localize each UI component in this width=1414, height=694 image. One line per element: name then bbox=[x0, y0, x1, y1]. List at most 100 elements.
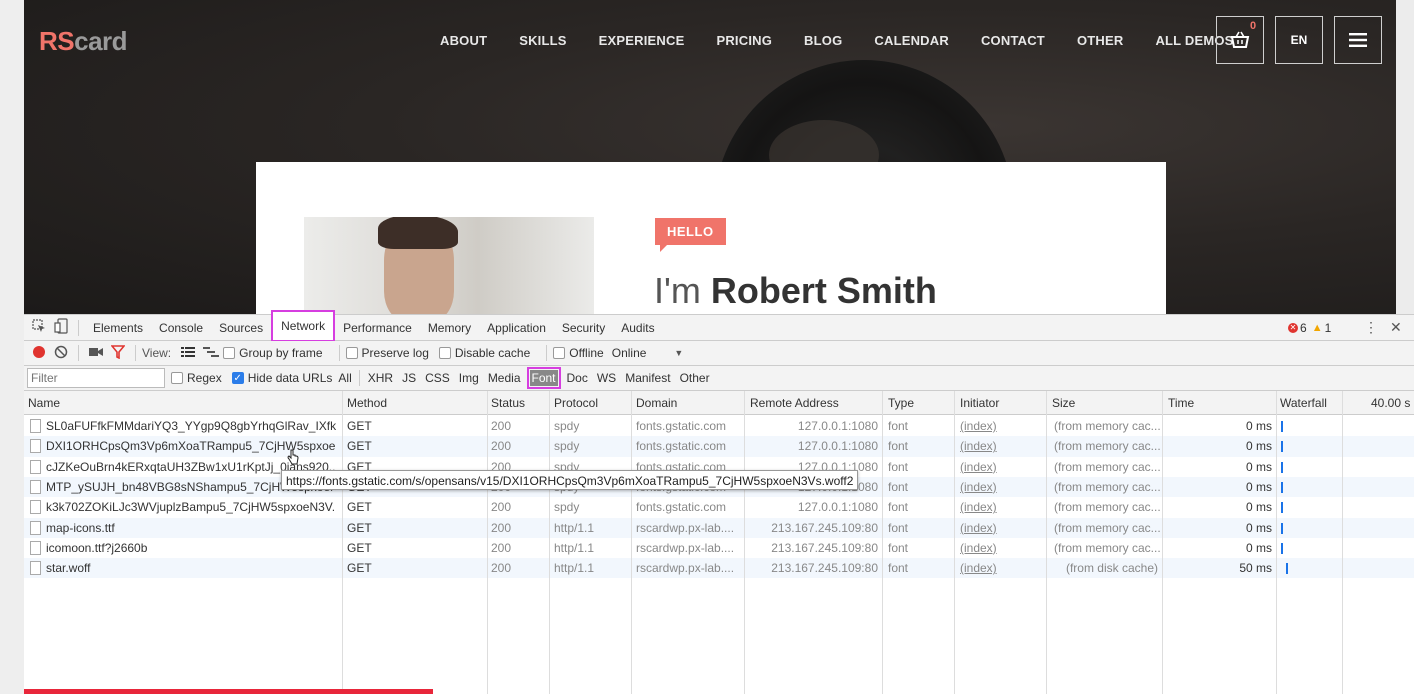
console-counts[interactable]: ✕ 6 ▲ 1 bbox=[1288, 321, 1331, 335]
tab-network[interactable]: Network bbox=[271, 310, 336, 342]
menu-button[interactable] bbox=[1334, 16, 1382, 64]
request-remote-address: 213.167.245.109:80 bbox=[771, 561, 878, 576]
chevron-down-icon: ▼ bbox=[674, 348, 684, 358]
filter-type-xhr[interactable]: XHR bbox=[368, 371, 393, 385]
filter-type-media[interactable]: Media bbox=[488, 371, 521, 385]
devtools-panel: Elements Console Sources Network Perform… bbox=[24, 310, 1414, 694]
column-header-protocol[interactable]: Protocol bbox=[554, 396, 598, 410]
nav-about[interactable]: ABOUT bbox=[424, 33, 503, 48]
filter-type-img[interactable]: Img bbox=[459, 371, 479, 385]
tab-memory[interactable]: Memory bbox=[420, 315, 479, 341]
column-header-time[interactable]: Time bbox=[1168, 396, 1194, 410]
column-header-size[interactable]: Size bbox=[1052, 396, 1075, 410]
tab-sources[interactable]: Sources bbox=[211, 315, 271, 341]
table-row[interactable]: k3k702ZOKiLJc3WVjuplzBampu5_7CjHW5spxoeN… bbox=[24, 497, 1414, 517]
column-header-initiator[interactable]: Initiator bbox=[960, 396, 999, 410]
column-header-type[interactable]: Type bbox=[888, 396, 914, 410]
disable-cache-checkbox[interactable] bbox=[438, 347, 451, 359]
tab-console[interactable]: Console bbox=[151, 315, 211, 341]
request-initiator[interactable]: (index) bbox=[960, 561, 1040, 575]
inspect-element-icon[interactable] bbox=[32, 319, 46, 336]
group-by-frame-checkbox[interactable] bbox=[223, 347, 236, 359]
toolbar-separator bbox=[135, 345, 136, 361]
tab-audits[interactable]: Audits bbox=[613, 315, 662, 341]
table-row[interactable]: SL0aFUFfkFMMdariYQ3_YYgp9Q8gbYrhqGlRav_I… bbox=[24, 416, 1414, 436]
table-row[interactable]: DXI1ORHCpsQm3Vp6mXoaTRampu5_7CjHW5spxoe.… bbox=[24, 436, 1414, 457]
request-remote-address: 127.0.0.1:1080 bbox=[797, 439, 878, 454]
column-header-domain[interactable]: Domain bbox=[636, 396, 677, 410]
column-header-method[interactable]: Method bbox=[347, 396, 387, 410]
request-remote-address: 213.167.245.109:80 bbox=[771, 540, 878, 555]
close-icon[interactable]: ✕ bbox=[1390, 319, 1402, 336]
nav-experience[interactable]: EXPERIENCE bbox=[583, 33, 701, 48]
device-toolbar-icon[interactable] bbox=[54, 318, 68, 337]
tab-application[interactable]: Application bbox=[479, 315, 554, 341]
screen: RScard ABOUT SKILLS EXPERIENCE PRICING B… bbox=[0, 0, 1414, 694]
request-method: GET bbox=[347, 500, 372, 515]
column-header-waterfall[interactable]: Waterfall bbox=[1280, 396, 1327, 410]
network-request-table: Name Method Status Protocol Domain Remot… bbox=[24, 391, 1414, 694]
record-icon[interactable] bbox=[32, 345, 46, 362]
nav-other[interactable]: OTHER bbox=[1061, 33, 1140, 48]
site-logo[interactable]: RScard bbox=[39, 26, 128, 57]
filter-type-all[interactable]: All bbox=[338, 371, 351, 385]
regex-checkbox[interactable] bbox=[171, 372, 183, 384]
request-initiator[interactable]: (index) bbox=[960, 439, 1040, 453]
filter-type-doc[interactable]: Doc bbox=[567, 371, 588, 385]
filter-type-js[interactable]: JS bbox=[402, 371, 416, 385]
file-icon bbox=[30, 419, 41, 433]
filter-type-font[interactable]: Font bbox=[526, 367, 561, 389]
filter-type-manifest[interactable]: Manifest bbox=[625, 371, 670, 385]
tab-performance[interactable]: Performance bbox=[335, 315, 420, 341]
filter-icon[interactable] bbox=[110, 344, 126, 362]
more-menu-icon[interactable]: ⋮ bbox=[1364, 319, 1378, 336]
cart-button[interactable] bbox=[1216, 16, 1264, 64]
throttling-select[interactable]: Online ▼ bbox=[612, 346, 684, 360]
request-size: (from memory cac... bbox=[1054, 439, 1160, 454]
request-type: font bbox=[888, 500, 909, 515]
column-header-remote-address[interactable]: Remote Address bbox=[750, 396, 839, 410]
request-initiator[interactable]: (index) bbox=[960, 460, 1040, 474]
overview-icon[interactable] bbox=[203, 346, 220, 361]
request-type: font bbox=[888, 520, 909, 535]
offline-checkbox[interactable] bbox=[553, 347, 566, 359]
request-initiator[interactable]: (index) bbox=[960, 521, 1040, 535]
filter-type-other[interactable]: Other bbox=[680, 371, 710, 385]
nav-calendar[interactable]: CALENDAR bbox=[858, 33, 965, 48]
preserve-log-checkbox[interactable] bbox=[345, 347, 358, 359]
request-size: (from memory cac... bbox=[1054, 520, 1160, 535]
request-initiator[interactable]: (index) bbox=[960, 541, 1040, 555]
url-tooltip: https://fonts.gstatic.com/s/opensans/v15… bbox=[281, 470, 859, 490]
request-time: 0 ms bbox=[1245, 500, 1272, 515]
nav-pricing[interactable]: PRICING bbox=[700, 33, 788, 48]
filter-type-css[interactable]: CSS bbox=[425, 371, 450, 385]
nav-blog[interactable]: BLOG bbox=[788, 33, 858, 48]
column-header-status[interactable]: Status bbox=[491, 396, 525, 410]
tab-elements[interactable]: Elements bbox=[85, 315, 151, 341]
request-initiator[interactable]: (index) bbox=[960, 500, 1040, 514]
disable-cache-label: Disable cache bbox=[454, 346, 531, 360]
clear-icon[interactable] bbox=[54, 345, 68, 362]
file-icon bbox=[30, 500, 41, 515]
hide-data-urls-checkbox[interactable]: ✓ bbox=[231, 372, 244, 384]
request-method: GET bbox=[347, 540, 372, 555]
table-row[interactable]: star.woff GET 200 http/1.1 rscardwp.px-lab..… bbox=[24, 558, 1414, 579]
filter-type-ws[interactable]: WS bbox=[597, 371, 616, 385]
waterfall-bar bbox=[1281, 461, 1283, 473]
table-row[interactable]: icomoon.ttf?j2660b GET 200 http/1.1 rscardwp… bbox=[24, 538, 1414, 558]
filter-input[interactable] bbox=[27, 368, 165, 388]
tab-security[interactable]: Security bbox=[554, 315, 613, 341]
large-rows-icon[interactable] bbox=[181, 346, 196, 361]
request-method: GET bbox=[347, 439, 372, 454]
file-icon bbox=[30, 459, 41, 474]
column-header-name[interactable]: Name bbox=[28, 396, 60, 410]
language-button[interactable]: EN bbox=[1275, 16, 1323, 64]
nav-skills[interactable]: SKILLS bbox=[503, 33, 582, 48]
table-row[interactable]: map-icons.ttf GET 200 http/1.1 rscardwp.px-l… bbox=[24, 517, 1414, 538]
request-initiator[interactable]: (index) bbox=[960, 419, 1040, 433]
camera-icon[interactable] bbox=[89, 346, 103, 361]
nav-contact[interactable]: CONTACT bbox=[965, 33, 1061, 48]
file-icon bbox=[30, 520, 41, 535]
left-gutter bbox=[0, 0, 24, 694]
request-initiator[interactable]: (index) bbox=[960, 480, 1040, 494]
